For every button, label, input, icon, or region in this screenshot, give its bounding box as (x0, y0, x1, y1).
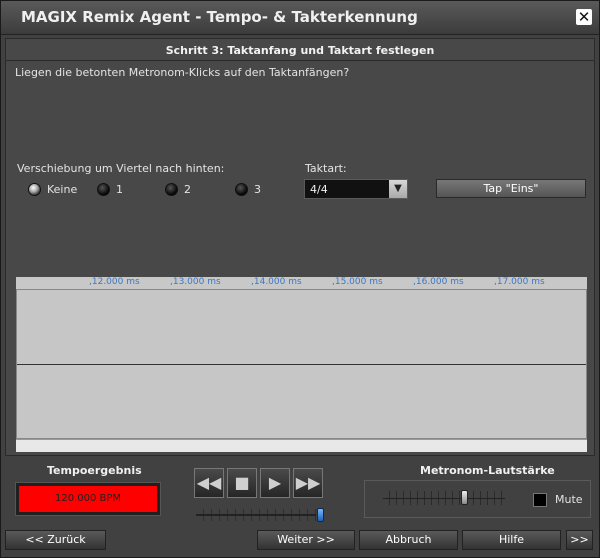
radio-label: 3 (254, 182, 261, 196)
radio-selected-icon (28, 182, 41, 196)
close-icon[interactable]: ✕ (576, 9, 592, 25)
slider-track (383, 498, 505, 499)
play-icon: ▶ (268, 473, 282, 492)
position-slider[interactable] (196, 508, 324, 522)
radio-icon (97, 182, 110, 196)
volume-knob[interactable] (461, 490, 468, 505)
tempo-result-value: 120.000 BPM (19, 486, 157, 512)
dialog-window: MAGIX Remix Agent - Tempo- & Takterkennu… (0, 0, 600, 558)
stop-icon: ■ (234, 473, 250, 492)
waveform-display[interactable] (16, 289, 587, 439)
fast-forward-icon: ▶▶ (295, 473, 321, 492)
metronome-volume-label: Metronom-Lautstärke (420, 464, 555, 477)
radio-label: 2 (184, 182, 191, 196)
time-signature-value: 4/4 (310, 183, 328, 196)
more-button[interactable]: >> (566, 530, 593, 550)
help-button[interactable]: Hilfe (462, 530, 561, 550)
time-signature-select[interactable]: 4/4 ▼ (304, 179, 408, 199)
mute-checkbox[interactable] (533, 493, 547, 507)
ruler-tick: ,17.000 ms (494, 277, 545, 287)
chevron-down-icon[interactable]: ▼ (389, 180, 407, 198)
radio-shift-none[interactable]: Keine (28, 182, 77, 196)
timeline-ruler[interactable]: ,12.000 ms ,13.000 ms ,14.000 ms ,15.000… (16, 277, 587, 289)
rewind-icon: ◀◀ (196, 473, 222, 492)
ruler-tick: ,16.000 ms (413, 277, 464, 287)
divider (6, 60, 594, 61)
stop-button[interactable]: ■ (227, 468, 257, 498)
ruler-tick: ,15.000 ms (332, 277, 383, 287)
title-bar: MAGIX Remix Agent - Tempo- & Takterkennu… (1, 1, 599, 35)
radio-icon (235, 182, 248, 196)
question-text: Liegen die betonten Metronom-Klicks auf … (15, 66, 350, 79)
tempo-result-label: Tempoergebnis (47, 464, 142, 477)
window-title: MAGIX Remix Agent - Tempo- & Takterkennu… (21, 8, 418, 26)
ruler-tick: ,13.000 ms (170, 277, 221, 287)
radio-shift-3[interactable]: 3 (235, 182, 261, 196)
play-button[interactable]: ▶ (260, 468, 290, 498)
tap-eins-button[interactable]: Tap "Eins" (436, 179, 586, 198)
fast-forward-button[interactable]: ▶▶ (293, 468, 323, 498)
slider-track (196, 514, 316, 516)
back-button[interactable]: << Zurück (5, 530, 106, 550)
radio-shift-1[interactable]: 1 (97, 182, 123, 196)
slider-knob[interactable] (317, 508, 324, 522)
metronome-volume-slider[interactable] (383, 489, 508, 507)
ruler-tick: ,14.000 ms (251, 277, 302, 287)
cancel-button[interactable]: Abbruch (359, 530, 458, 550)
radio-shift-2[interactable]: 2 (165, 182, 191, 196)
metronome-box: Mute (364, 480, 591, 518)
rewind-button[interactable]: ◀◀ (194, 468, 224, 498)
radio-label: 1 (116, 182, 123, 196)
radio-icon (165, 182, 178, 196)
tempo-result-display: 120.000 BPM (15, 482, 161, 516)
shift-label: Verschiebung um Viertel nach hinten: (17, 162, 225, 175)
mute-label: Mute (555, 493, 583, 506)
ruler-tick: ,12.000 ms (89, 277, 140, 287)
channel-divider (17, 364, 586, 365)
step-panel: Schritt 3: Taktanfang und Taktart festle… (5, 38, 595, 456)
time-signature-label: Taktart: (305, 162, 347, 175)
horizontal-scrollbar[interactable] (16, 439, 587, 452)
radio-label: Keine (47, 182, 78, 196)
next-button[interactable]: Weiter >> (257, 530, 355, 550)
step-title: Schritt 3: Taktanfang und Taktart festle… (165, 44, 435, 57)
